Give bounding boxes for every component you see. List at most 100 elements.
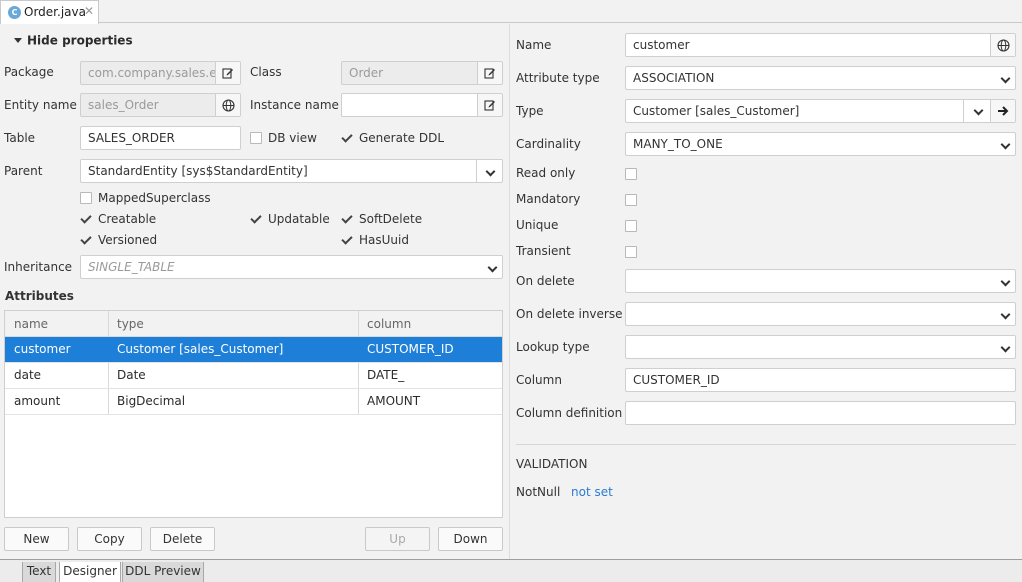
check-icon[interactable] [341, 234, 353, 246]
close-icon[interactable]: ✕ [84, 4, 94, 18]
cell-name: customer [14, 342, 71, 356]
editor-tab-bar [0, 0, 1022, 23]
edit-icon[interactable] [477, 62, 502, 84]
cardinality-select[interactable]: MANY_TO_ONE [625, 132, 1016, 156]
db-view-label: DB view [268, 131, 317, 145]
unique-label: Unique [516, 218, 559, 232]
entity-name-field[interactable]: sales_Order [80, 93, 241, 117]
chevron-down-icon [1000, 342, 1011, 353]
db-view-box[interactable] [250, 132, 262, 144]
editor-tab-title: Order.java [24, 5, 86, 19]
table-row[interactable]: customer Customer [sales_Customer] CUSTO… [5, 337, 502, 363]
mapped-superclass-checkbox[interactable]: MappedSuperclass [80, 191, 211, 205]
copy-button[interactable]: Copy [77, 527, 142, 551]
table-field[interactable]: SALES_ORDER [80, 126, 241, 150]
lookup-type-label: Lookup type [516, 340, 590, 354]
cell-type: BigDecimal [117, 394, 186, 408]
new-button[interactable]: New [4, 527, 69, 551]
chevron-down-icon [1000, 139, 1011, 150]
versioned-checkbox[interactable]: Versioned [80, 233, 157, 247]
column-definition-field[interactable] [625, 401, 1016, 425]
delete-button[interactable]: Delete [150, 527, 215, 551]
on-delete-label: On delete [516, 274, 575, 288]
column-header-type[interactable]: type [117, 317, 144, 331]
column-value: CUSTOMER_ID [633, 373, 720, 387]
soft-delete-label: SoftDelete [359, 212, 423, 226]
chevron-down-icon [1000, 73, 1011, 84]
attributes-table[interactable]: name type column customer Customer [sale… [4, 310, 503, 518]
check-icon[interactable] [250, 213, 262, 225]
on-delete-inverse-label: On delete inverse [516, 307, 623, 321]
table-row[interactable]: date Date DATE_ [5, 363, 502, 389]
column-header-column[interactable]: column [367, 317, 411, 331]
on-delete-inverse-select[interactable] [625, 302, 1016, 326]
triangle-down-icon [14, 38, 22, 43]
globe-icon[interactable] [990, 34, 1015, 56]
class-value: Order [349, 66, 384, 80]
transient-checkbox[interactable] [625, 246, 637, 258]
mapped-superclass-label: MappedSuperclass [98, 191, 211, 205]
name-label: Name [516, 38, 552, 52]
column-label: Column [516, 373, 562, 387]
chevron-down-icon[interactable] [973, 105, 984, 116]
tab-designer[interactable]: Designer [59, 562, 121, 582]
globe-icon[interactable] [215, 94, 240, 116]
editor-tab-order-java[interactable]: C Order.java ✕ [0, 0, 99, 24]
generate-ddl-checkbox[interactable]: Generate DDL [341, 131, 444, 145]
read-only-checkbox[interactable] [625, 168, 637, 180]
table-header: name type column [5, 311, 502, 337]
db-view-checkbox[interactable]: DB view [250, 131, 317, 145]
table-row[interactable]: amount BigDecimal AMOUNT [5, 389, 502, 415]
type-select[interactable]: Customer [sales_Customer] [625, 99, 1016, 123]
up-button[interactable]: Up [365, 527, 430, 551]
edit-icon[interactable] [477, 94, 502, 116]
attribute-type-label: Attribute type [516, 71, 600, 85]
tab-text[interactable]: Text [22, 562, 56, 582]
class-label: Class [250, 65, 282, 79]
lookup-type-select[interactable] [625, 335, 1016, 359]
soft-delete-checkbox[interactable]: SoftDelete [341, 212, 422, 226]
edit-icon[interactable] [215, 62, 240, 84]
updatable-checkbox[interactable]: Updatable [250, 212, 330, 226]
cell-type: Customer [sales_Customer] [117, 342, 284, 356]
package-field[interactable]: com.company.sales.e [80, 61, 241, 85]
parent-select[interactable]: StandardEntity [sys$StandardEntity] [80, 159, 503, 183]
has-uuid-checkbox[interactable]: HasUuid [341, 233, 409, 247]
table-value: SALES_ORDER [88, 131, 175, 145]
column-field[interactable]: CUSTOMER_ID [625, 368, 1016, 392]
type-label: Type [516, 104, 544, 118]
bottom-tab-bar: Text Designer DDL Preview [0, 559, 1022, 582]
parent-label: Parent [4, 164, 43, 178]
attribute-type-select[interactable]: ASSOCIATION [625, 66, 1016, 90]
arrow-right-icon[interactable] [990, 100, 1015, 122]
mandatory-checkbox[interactable] [625, 194, 637, 206]
inheritance-select[interactable]: SINGLE_TABLE [80, 255, 503, 279]
check-icon[interactable] [341, 132, 353, 144]
check-icon[interactable] [80, 213, 92, 225]
creatable-checkbox[interactable]: Creatable [80, 212, 156, 226]
chevron-down-icon [487, 262, 498, 273]
mapped-superclass-box[interactable] [80, 192, 92, 204]
hide-properties-toggle[interactable]: Hide properties [14, 33, 133, 48]
tab-ddl-preview[interactable]: DDL Preview [122, 562, 204, 582]
cardinality-value: MANY_TO_ONE [633, 137, 723, 151]
package-label: Package [4, 65, 54, 79]
table-label: Table [4, 131, 36, 145]
name-value: customer [633, 38, 690, 52]
notnull-label: NotNull [516, 485, 561, 499]
notnull-link[interactable]: not set [571, 485, 613, 499]
column-header-name[interactable]: name [14, 317, 48, 331]
check-icon[interactable] [341, 213, 353, 225]
cardinality-label: Cardinality [516, 137, 581, 151]
class-field[interactable]: Order [341, 61, 503, 85]
check-icon[interactable] [80, 234, 92, 246]
on-delete-select[interactable] [625, 269, 1016, 293]
unique-checkbox[interactable] [625, 220, 637, 232]
entity-name-label: Entity name [4, 98, 77, 112]
column-definition-label: Column definition [516, 406, 623, 420]
name-field[interactable]: customer [625, 33, 1016, 57]
select-divider [963, 100, 964, 122]
down-button[interactable]: Down [438, 527, 503, 551]
instance-name-field[interactable] [341, 93, 503, 117]
class-icon: C [8, 6, 21, 19]
